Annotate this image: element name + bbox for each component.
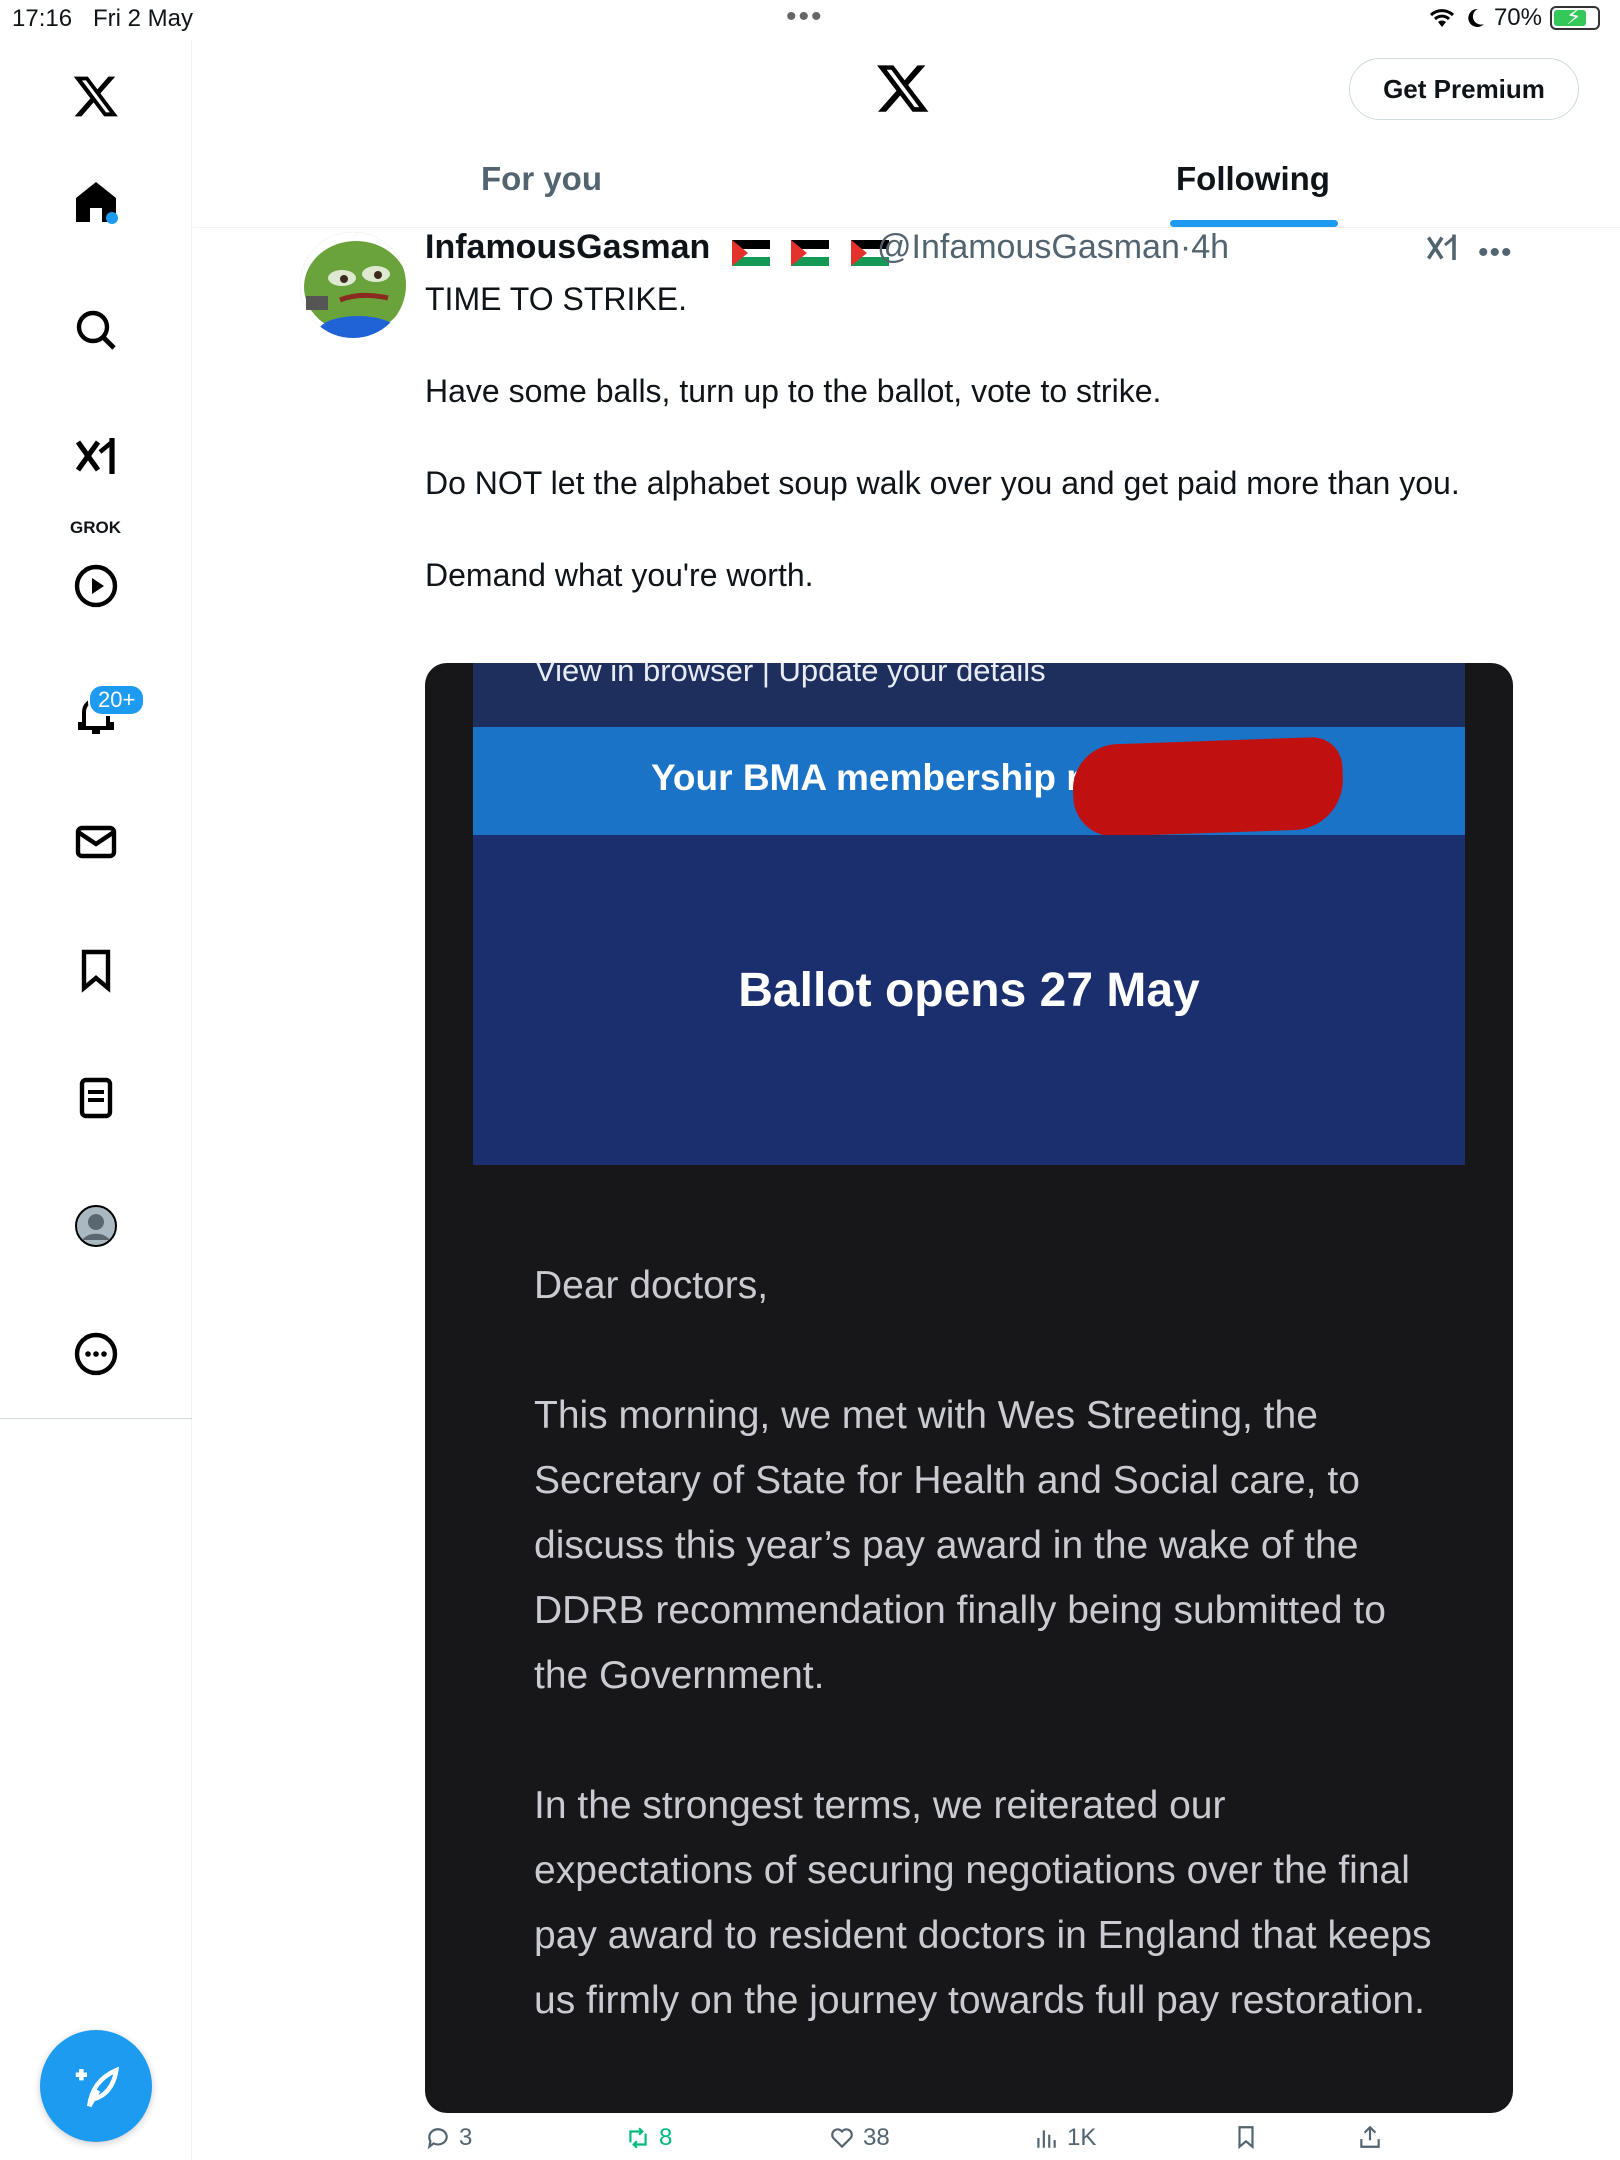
views-count: 1K (1067, 2124, 1097, 2151)
compose-feather-icon (75, 2066, 120, 2108)
post-image[interactable]: View in browser | Update your details Yo… (425, 663, 1513, 2113)
post-text-line: Have some balls, turn up to the ballot, … (425, 373, 1162, 409)
repost-icon (629, 2127, 647, 2149)
email-body-paragraph: This morning, we met with Wes Streeting,… (534, 1394, 1386, 1697)
email-top-links: View in browser | Update your details (473, 663, 1465, 727)
multitask-dots-icon[interactable]: ••• (786, 0, 824, 34)
reply-count: 3 (459, 2124, 473, 2151)
views-chart-icon (1037, 2130, 1056, 2148)
grok-label: GROK (70, 518, 121, 537)
tab-selected-indicator (1170, 220, 1338, 227)
moon-icon (1468, 8, 1484, 27)
reply-icon (427, 2128, 448, 2150)
email-top-links-text: View in browser | Update your details (535, 663, 1046, 688)
timeline-header: Get Premium For you Following (193, 40, 1620, 228)
post-actions: 3 8 38 1K (425, 2124, 1425, 2160)
email-banner-text: Your BMA membership n (651, 757, 1089, 798)
share-icon (1360, 2125, 1380, 2148)
author-avatar[interactable] (300, 232, 406, 338)
tab-following[interactable]: Following (1176, 160, 1330, 198)
share-button[interactable] (1357, 2124, 1383, 2150)
email-headline-block: Ballot opens 27 May (473, 835, 1465, 1165)
repost-count: 8 (659, 2124, 673, 2151)
grok-icon[interactable] (46, 408, 146, 508)
search-icon[interactable] (46, 280, 146, 380)
email-membership-banner: Your BMA membership n (473, 727, 1465, 838)
home-icon[interactable] (46, 152, 146, 252)
battery-percent: 70% (1493, 4, 1542, 31)
meta-separator: · (1179, 228, 1192, 266)
post-text-line: Demand what you're worth. (425, 557, 814, 593)
tab-for-you[interactable]: For you (481, 160, 602, 198)
email-headline: Ballot opens 27 May (738, 964, 1200, 1017)
reply-button[interactable]: 3 (425, 2124, 472, 2152)
post-text: TIME TO STRIKE. Have some balls, turn up… (425, 276, 1485, 644)
bookmarks-icon[interactable] (46, 920, 146, 1020)
bookmark-icon (1238, 2126, 1254, 2150)
status-right: 70% ⚡ (1428, 4, 1600, 32)
battery-icon: ⚡ (1550, 4, 1600, 30)
like-count: 38 (863, 2124, 890, 2151)
author-name-text: InfamousGasman (425, 228, 711, 266)
like-button[interactable]: 38 (829, 2124, 890, 2152)
get-premium-button[interactable]: Get Premium (1349, 58, 1579, 120)
bookmark-button[interactable] (1233, 2124, 1259, 2150)
views-button[interactable]: 1K (1033, 2124, 1096, 2152)
author-handle-line[interactable]: @InfamousGasman·4h (877, 228, 1229, 267)
compose-post-button[interactable] (40, 2030, 152, 2142)
post-text-line: Do NOT let the alphabet soup walk over y… (425, 465, 1460, 501)
post-more-icon[interactable]: ••• (1478, 236, 1513, 270)
email-body-paragraph: Dear doctors, (534, 1264, 769, 1307)
home-unread-dot (106, 212, 118, 224)
x-logo-icon[interactable] (46, 46, 146, 146)
lists-icon[interactable] (46, 1048, 146, 1148)
repost-button[interactable]: 8 (625, 2124, 672, 2152)
palestine-flag-icon (791, 236, 830, 267)
email-body-paragraph: In the strongest terms, we reiterated ou… (534, 1784, 1432, 2022)
grok-explain-icon[interactable] (1424, 230, 1460, 271)
profile-avatar-icon[interactable] (46, 1176, 146, 1276)
author-handle: @InfamousGasman (877, 228, 1180, 266)
status-date: Fri 2 May (93, 5, 194, 32)
post-time: 4h (1191, 228, 1230, 266)
redaction-scribble (1071, 736, 1345, 838)
more-options-icon[interactable] (46, 1304, 146, 1404)
status-bar: 17:16 Fri 2 May ••• 70% ⚡ (0, 0, 1620, 40)
notifications-badge: 20+ (88, 684, 146, 716)
sidebar-divider (0, 1418, 192, 1419)
wifi-icon (1429, 9, 1454, 27)
messages-mail-icon[interactable] (46, 792, 146, 892)
heart-icon (831, 2128, 853, 2149)
x-logo-header-icon[interactable] (875, 60, 931, 121)
video-play-icon[interactable] (46, 536, 146, 636)
status-time: 17:16 (12, 5, 73, 32)
sidebar: GROK 20+ (0, 40, 192, 2160)
author-name[interactable]: InfamousGasman (425, 228, 889, 267)
post-text-line: TIME TO STRIKE. (425, 281, 687, 317)
palestine-flag-icon (731, 236, 770, 267)
email-body: Dear doctors, This morning, we met with … (534, 1253, 1434, 2098)
